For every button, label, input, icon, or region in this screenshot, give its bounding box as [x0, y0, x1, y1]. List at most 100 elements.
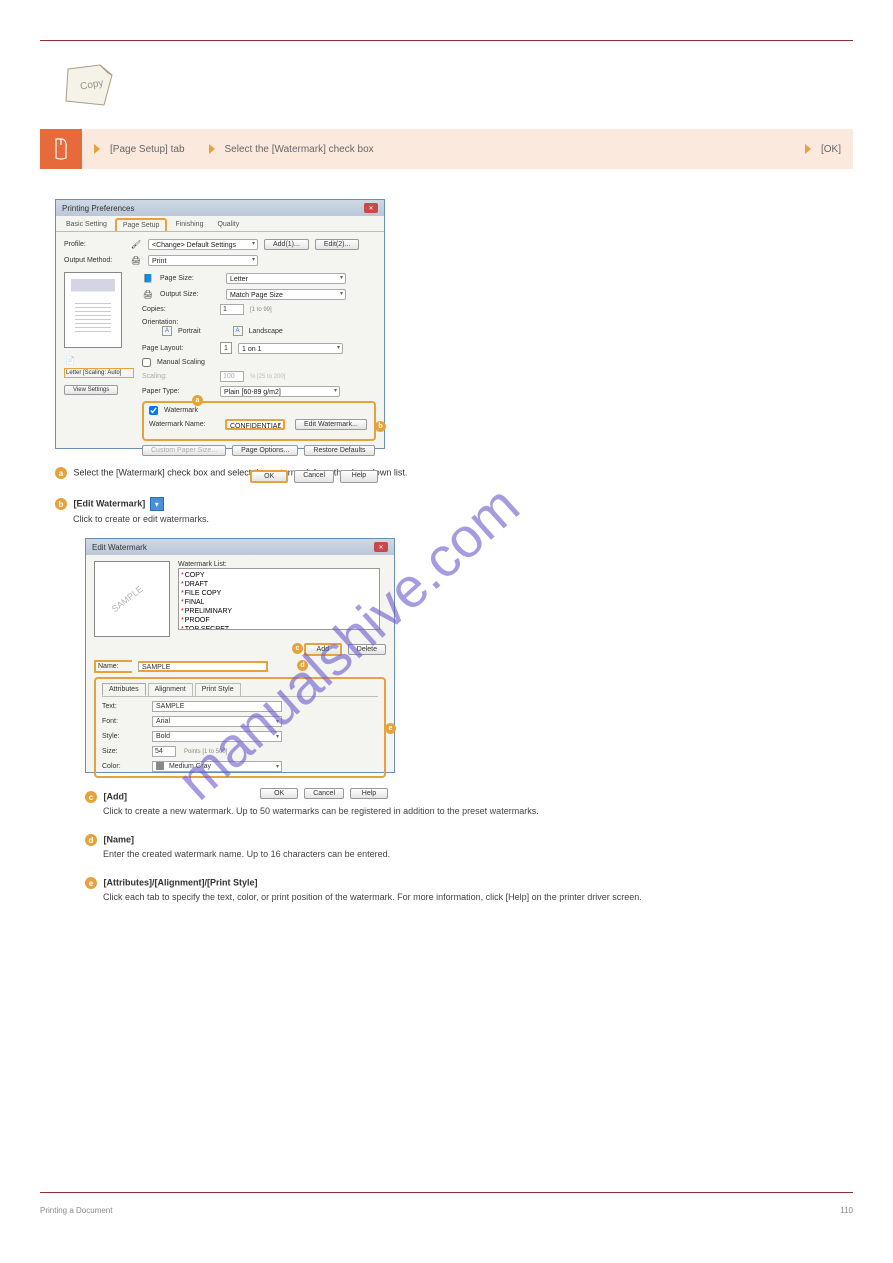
note-e-block: e [Attributes]/[Alignment]/[Print Style]… — [85, 877, 853, 902]
delete-watermark-button[interactable]: Delete — [348, 644, 386, 655]
collapse-icon[interactable]: ▾ — [150, 497, 164, 511]
portrait-radio[interactable]: Portrait — [178, 328, 201, 335]
text-label: Text: — [102, 703, 144, 710]
chevron-right-icon — [94, 144, 100, 154]
edit-watermark-dialog: Edit Watermark ✕ SAMPLE Watermark List: … — [85, 538, 395, 773]
watermark-options-frame: Watermark Watermark Name: CONFIDENTIAL E… — [142, 401, 376, 441]
mouse-icon — [40, 129, 82, 169]
output-size-label: Output Size: — [160, 291, 220, 298]
dialog-title: Printing Preferences — [62, 204, 134, 213]
copies-spinner[interactable]: 1 — [220, 304, 244, 315]
tab-print-style[interactable]: Print Style — [195, 683, 241, 696]
text-input[interactable]: SAMPLE — [152, 701, 282, 712]
page-options-button[interactable]: Page Options... — [232, 445, 298, 456]
watermark-list[interactable]: *COPY *DRAFT *FILE COPY *FINAL *PRELIMIN… — [178, 568, 380, 630]
watermark-list-label: Watermark List: — [178, 561, 386, 568]
add-watermark-button[interactable]: Add — [304, 643, 342, 656]
note-c-text: Click to create a new watermark. Up to 5… — [103, 806, 853, 816]
copies-range: [1 to 99] — [250, 307, 272, 313]
font-combo[interactable]: Arial▾ — [152, 716, 282, 727]
name-input[interactable]: SAMPLE — [138, 661, 268, 672]
manual-scaling-checkbox[interactable] — [142, 358, 151, 367]
paper-type-combo[interactable]: Plain [60-89 g/m2] — [220, 386, 340, 397]
scaling-spinner: 100 — [220, 371, 244, 382]
close-icon[interactable]: ✕ — [374, 542, 388, 552]
note-e-title: [Attributes]/[Alignment]/[Print Style] — [104, 877, 258, 887]
note-d-title: [Name] — [104, 834, 135, 844]
add-profile-button[interactable]: Add(1)... — [264, 239, 309, 250]
dialog-tabs: Basic Setting Page Setup Finishing Quali… — [56, 216, 384, 232]
tab-finishing[interactable]: Finishing — [169, 218, 209, 231]
help-button[interactable]: Help — [340, 470, 378, 483]
style-label: Style: — [102, 733, 144, 740]
page-size-combo[interactable]: Letter — [226, 273, 346, 284]
profile-label: Profile: — [64, 241, 124, 248]
cancel-button-2[interactable]: Cancel — [304, 788, 344, 799]
scaling-range: % [25 to 200] — [250, 374, 285, 380]
font-label: Font: — [102, 718, 144, 725]
style-combo[interactable]: Bold▾ — [152, 731, 282, 742]
note-d-block: d [Name] Enter the created watermark nam… — [85, 834, 853, 859]
letter-d: d — [85, 834, 97, 846]
path-step-1: [Page Setup] tab — [110, 144, 185, 155]
help-button-2[interactable]: Help — [350, 788, 388, 799]
page-layout-combo[interactable]: 1 on 1 — [238, 343, 343, 354]
view-settings-button[interactable]: View Settings — [64, 385, 118, 395]
cancel-button[interactable]: Cancel — [294, 470, 334, 483]
edit-profile-button[interactable]: Edit(2)... — [315, 239, 359, 250]
tab-alignment[interactable]: Alignment — [148, 683, 193, 696]
chevron-right-icon — [209, 144, 215, 154]
watermark-preview-text: SAMPLE — [110, 584, 145, 614]
output-method-combo[interactable]: Print — [148, 255, 258, 266]
paper-type-label: Paper Type: — [142, 388, 214, 395]
tab-page-setup[interactable]: Page Setup — [115, 218, 168, 231]
copy-watermark-illustration: Copy — [60, 61, 120, 109]
tab-attributes[interactable]: Attributes — [102, 683, 146, 696]
watermark-check-label: Watermark — [164, 407, 198, 414]
output-method-label: Output Method: — [64, 257, 124, 264]
size-spinner[interactable]: 54 — [152, 746, 176, 757]
preview-scaling-label: Letter [Scaling: Auto] — [64, 368, 134, 378]
printer-icon: 🖨 — [130, 254, 142, 266]
letter-e: e — [85, 877, 97, 889]
watermark-checkbox[interactable] — [149, 406, 158, 415]
size-label: Size: — [102, 748, 144, 755]
note-d-text: Enter the created watermark name. Up to … — [103, 849, 853, 859]
page-container: Copy [Page Setup] tab Select the [Waterm… — [0, 0, 893, 924]
dialog2-title: Edit Watermark — [92, 543, 147, 552]
profile-combo[interactable]: <Change> Default Settings — [148, 239, 258, 250]
custom-paper-size-button[interactable]: Custom Paper Size... — [142, 445, 226, 456]
restore-defaults-button[interactable]: Restore Defaults — [304, 445, 374, 456]
tab-basic-setting[interactable]: Basic Setting — [60, 218, 113, 231]
color-combo[interactable]: Medium Gray▾ — [152, 761, 282, 772]
chevron-right-icon — [805, 144, 811, 154]
landscape-radio[interactable]: Landscape — [249, 328, 283, 335]
note-b-block: b [Edit Watermark] ▾ Click to create or … — [55, 497, 853, 524]
procedure-path-bar: [Page Setup] tab Select the [Watermark] … — [40, 129, 853, 169]
ok-button-2[interactable]: OK — [260, 788, 298, 799]
bottom-divider — [40, 1192, 853, 1193]
callout-c: c — [292, 643, 303, 654]
callout-d: d — [297, 660, 308, 671]
output-size-combo[interactable]: Match Page Size — [226, 289, 346, 300]
tab-quality[interactable]: Quality — [211, 218, 245, 231]
size-hint: Points [1 to 500] — [184, 749, 227, 755]
callout-e: e — [385, 723, 396, 734]
close-icon[interactable]: ✕ — [364, 203, 378, 213]
footer-page-number: 110 — [840, 1206, 853, 1215]
attributes-frame: Attributes Alignment Print Style Text: S… — [94, 677, 386, 778]
edit-watermark-button[interactable]: Edit Watermark... — [295, 419, 367, 430]
page-layout-label: Page Layout: — [142, 345, 214, 352]
watermark-name-combo[interactable]: CONFIDENTIAL — [225, 419, 285, 430]
ok-button[interactable]: OK — [250, 470, 288, 483]
copies-label: Copies: — [142, 306, 214, 313]
callout-b: b — [375, 421, 386, 432]
page-size-icon: 📘 — [142, 272, 154, 284]
name-label: Name: — [94, 660, 132, 673]
path-step-2: Select the [Watermark] check box — [225, 144, 374, 155]
watermark-name-label: Watermark Name: — [149, 421, 219, 428]
note-b-text: Click to create or edit watermarks. — [73, 514, 853, 524]
top-divider — [40, 40, 853, 41]
output-size-icon: 🖨 — [142, 288, 154, 300]
dialog-titlebar: Printing Preferences ✕ — [56, 200, 384, 216]
